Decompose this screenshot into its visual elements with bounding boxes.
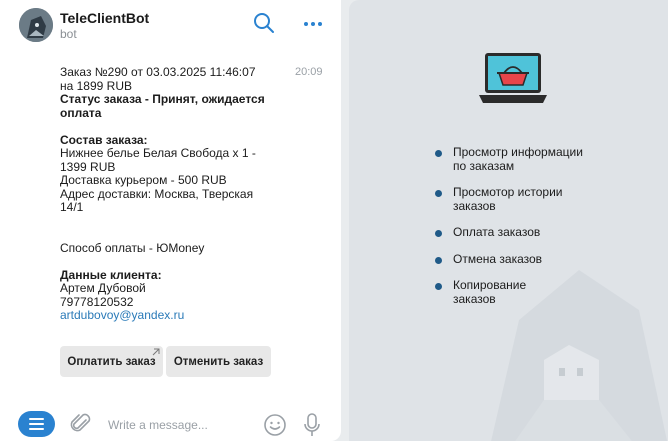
client-email-link[interactable]: artdubovoy@yandex.ru [60,308,290,323]
feature-item: Просмотр информации по заказам [435,145,645,173]
pay-order-label: Оплатить заказ [67,355,156,368]
search-icon[interactable] [253,12,275,34]
delivery-address-cont: 14/1 [60,200,84,214]
chat-window: TeleClientBot bot Заказ №290 от 03.03.20… [0,0,341,441]
message-time: 20:09 [295,66,323,78]
feature-text: Просмотор истории [453,185,563,199]
order-number: Заказ №290 от 03.03.2025 11:46:07 [60,65,256,79]
external-link-icon [152,348,160,356]
bullet-icon [435,190,442,197]
feature-text-cont: заказов [453,291,496,306]
feature-item: Просмотор истории заказов [435,185,645,213]
microphone-icon[interactable] [303,412,321,438]
order-item-price: 1399 RUB [60,159,116,174]
feature-list: Просмотр информации по заказам Просмотор… [435,145,645,319]
order-status-cont: оплата [60,105,102,120]
payment-method: Способ оплаты - ЮMoney [60,240,205,255]
feature-text: Копирование [453,278,527,292]
client-name: Артем Дубовой [60,281,146,295]
cancel-order-button[interactable]: Отменить заказ [166,346,271,377]
pay-order-button[interactable]: Оплатить заказ [60,346,163,377]
delivery-address: Адрес доставки: Москва, Тверская [60,186,254,201]
cancel-order-label: Отменить заказ [173,355,264,368]
order-item: Нижнее белье Белая Свобода х 1 - [60,146,256,160]
bullet-icon [435,230,442,237]
client-phone: 79778120532 [60,294,134,309]
chat-title[interactable]: TeleClientBot [60,10,149,26]
feature-text-cont: по заказам [453,158,515,173]
bullet-icon [435,150,442,157]
order-message: Заказ №290 от 03.03.2025 11:46:07 на 189… [60,65,290,323]
chat-subtitle: bot [60,27,77,41]
bullet-icon [435,256,442,264]
feature-item: Копирование заказов [435,278,645,306]
attach-icon[interactable] [70,412,92,436]
feature-item: Оплата заказов [435,225,645,240]
bot-info-panel: Просмотр информации по заказам Просмотор… [349,0,668,441]
more-icon[interactable] [302,12,324,34]
bullet-icon [435,283,442,290]
chat-header: TeleClientBot bot [0,0,341,48]
order-amount: на 1899 RUB [60,78,132,93]
laptop-basket-icon [477,51,549,107]
message-input[interactable] [108,415,258,435]
order-status: Статус заказа - Принят, ожидается [60,92,265,106]
bot-menu-button[interactable] [18,411,55,437]
delivery-line: Доставка курьером - 500 RUB [60,173,227,187]
message-composer [0,402,341,441]
feature-text: Просмотр информации [453,145,583,159]
client-heading: Данные клиента: [60,267,162,282]
feature-text: Оплата заказов [453,225,541,239]
menu-icon [29,418,44,430]
feature-text: Отмена заказов [453,251,543,266]
feature-text-cont: заказов [453,198,496,213]
feature-item: Отмена заказов [435,251,645,267]
composition-heading: Состав заказа: [60,132,148,147]
emoji-icon[interactable] [263,413,287,437]
bot-avatar[interactable] [19,8,53,42]
